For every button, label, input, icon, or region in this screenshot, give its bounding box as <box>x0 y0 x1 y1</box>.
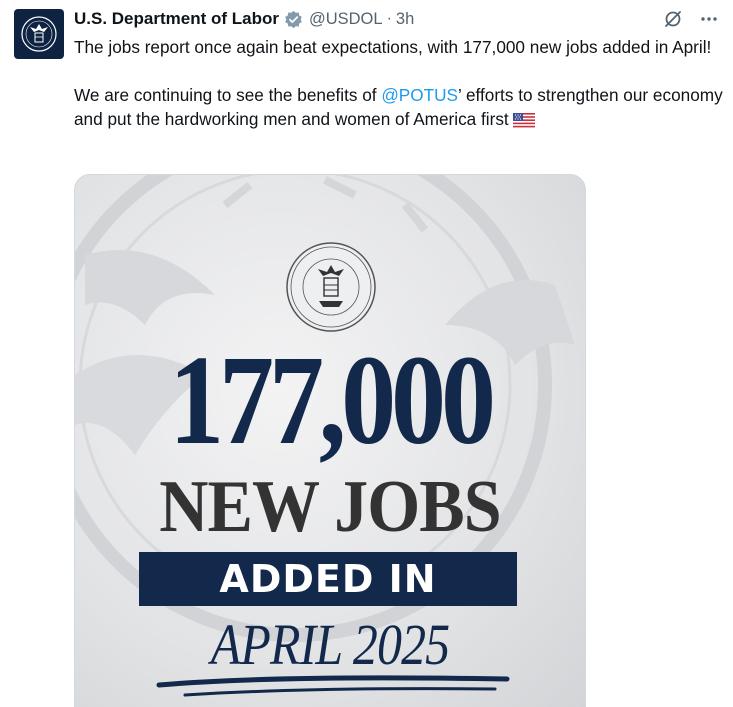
tweet-header: U.S. Department of Labor @USDOL · 3h <box>74 8 719 30</box>
period-label: APRIL 2025 <box>210 612 450 677</box>
more-icon[interactable] <box>699 9 719 29</box>
dol-seal-icon <box>286 242 376 332</box>
verified-badge-icon <box>284 10 303 29</box>
tweet-text: The jobs report once again beat expectat… <box>74 35 724 134</box>
subheadline: NEW JOBS <box>159 466 501 548</box>
tweet-text-segment: We are continuing to see the benefits of <box>74 85 382 105</box>
potus-mention-link[interactable]: @POTUS <box>381 85 458 105</box>
tweet-paragraph-1: The jobs report once again beat expectat… <box>74 37 712 57</box>
us-flag-icon <box>512 110 535 134</box>
dol-seal-icon <box>21 16 57 52</box>
underline-swoosh <box>156 675 510 697</box>
headline-number: 177,000 <box>169 329 496 471</box>
tweet-media-image[interactable]: 177,000 NEW JOBS ADDED IN APRIL 2025 <box>74 174 586 707</box>
separator-dot: · <box>386 10 392 27</box>
tweet-paragraph-2: We are continuing to see the benefits of… <box>74 83 724 134</box>
avatar[interactable] <box>14 9 64 59</box>
grok-icon[interactable] <box>663 9 683 29</box>
author-handle[interactable]: @USDOL <box>309 10 383 29</box>
timestamp[interactable]: 3h <box>396 10 414 29</box>
author-name[interactable]: U.S. Department of Labor <box>74 9 279 29</box>
added-in-banner: ADDED IN <box>139 552 517 606</box>
